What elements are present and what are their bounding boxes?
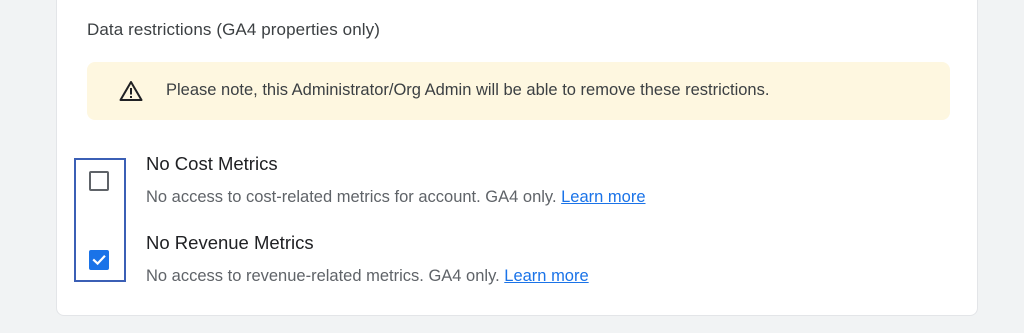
no-cost-metrics-title: No Cost Metrics [146, 153, 278, 174]
section-title: Data restrictions (GA4 properties only) [87, 20, 381, 39]
checkmark-icon [92, 255, 106, 266]
no-revenue-metrics-learn-more-link[interactable]: Learn more [504, 267, 588, 285]
restrictions-notice-banner: Please note, this Administrator/Org Admi… [87, 62, 950, 120]
no-cost-metrics-description: No access to cost-related metrics for ac… [146, 188, 646, 207]
warning-triangle-icon [119, 80, 143, 102]
no-revenue-metrics-title: No Revenue Metrics [146, 232, 314, 253]
no-cost-metrics-description-text: No access to cost-related metrics for ac… [146, 188, 557, 206]
no-revenue-metrics-description-text: No access to revenue-related metrics. GA… [146, 267, 500, 285]
data-restrictions-card: Data restrictions (GA4 properties only) … [56, 0, 978, 316]
no-revenue-metrics-description: No access to revenue-related metrics. GA… [146, 267, 589, 286]
no-cost-metrics-learn-more-link[interactable]: Learn more [561, 188, 645, 206]
no-revenue-metrics-checkbox[interactable] [89, 250, 109, 270]
no-cost-metrics-checkbox[interactable] [89, 171, 109, 191]
notice-text: Please note, this Administrator/Org Admi… [166, 81, 770, 99]
